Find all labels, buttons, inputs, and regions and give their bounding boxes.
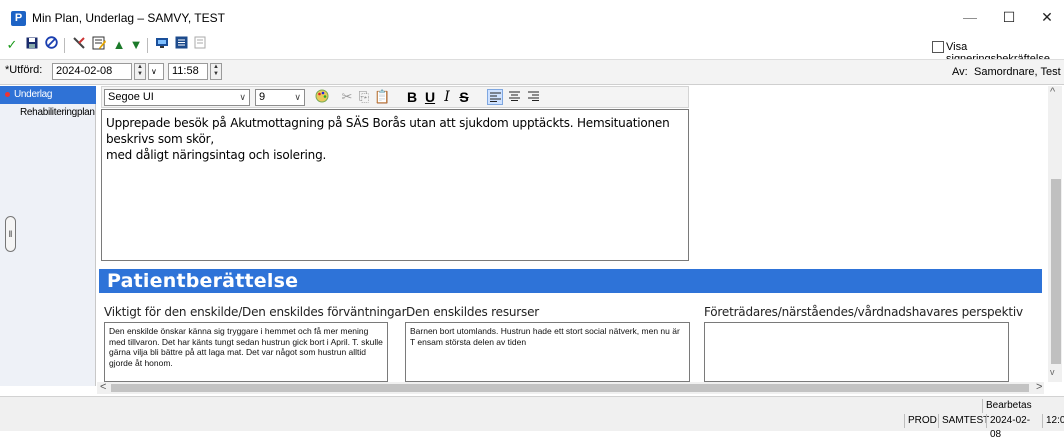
perspective-textbox[interactable] xyxy=(704,322,1009,382)
arrow-up-icon[interactable]: ▲ xyxy=(110,36,128,54)
chevron-down-icon: ∨ xyxy=(294,92,301,102)
performed-label: *Utförd: xyxy=(5,64,43,76)
font-size-value: 9 xyxy=(259,91,266,103)
chevron-down-icon: ∨ xyxy=(239,92,246,102)
status-state: Bearbetas xyxy=(982,399,1046,413)
font-name-select[interactable]: Segoe UI ∨ xyxy=(104,89,250,106)
section-title: Patientberättelse xyxy=(99,269,1042,293)
minimize-button[interactable]: — xyxy=(955,6,985,28)
bold-button[interactable]: B xyxy=(405,89,419,105)
paste-icon[interactable]: 📋 xyxy=(374,89,390,105)
by-label: Av: xyxy=(952,66,968,78)
strikethrough-button[interactable]: S xyxy=(457,89,471,105)
time-field[interactable]: 11:58 xyxy=(168,63,208,80)
cancel-icon[interactable] xyxy=(42,36,60,54)
sidebar-item-rehabiliteringplan[interactable]: Rehabiliteringplan xyxy=(0,104,96,122)
scroll-left-icon[interactable]: < xyxy=(100,381,106,393)
time-spinner[interactable]: ▲ ▼ xyxy=(210,63,222,80)
status-time: 12:02 xyxy=(1042,414,1064,428)
sidebar-item-label: Rehabiliteringplan xyxy=(20,107,95,118)
status-date: 2024-02-08 xyxy=(986,414,1042,440)
scroll-down-icon[interactable]: v xyxy=(1050,367,1055,377)
status-env: PROD xyxy=(904,414,938,428)
italic-button[interactable]: I xyxy=(440,89,454,105)
column-heading: Företrädares/närståendes/vårdnadshavares… xyxy=(704,305,1023,319)
sidebar-item-label: Underlag xyxy=(14,89,53,100)
editor-text-line: Upprepade besök på Akutmottagning på SÄS… xyxy=(106,116,670,146)
tools-icon[interactable] xyxy=(70,36,88,54)
save-icon[interactable] xyxy=(23,36,41,54)
sidebar-item-underlag[interactable]: Underlag xyxy=(0,86,96,104)
column-heading: Den enskildes resurser xyxy=(406,305,539,319)
arrow-down-icon[interactable]: ▼ xyxy=(127,36,145,54)
signing-checkbox[interactable] xyxy=(932,41,944,53)
expectations-textbox[interactable]: Den enskilde önskar känna sig tryggare i… xyxy=(104,322,388,382)
font-size-select[interactable]: 9 ∨ xyxy=(255,89,305,106)
app-icon: P xyxy=(11,11,26,26)
scroll-up-icon[interactable]: ^ xyxy=(1050,86,1055,98)
close-button[interactable]: ✕ xyxy=(1032,6,1062,28)
toolbar-divider xyxy=(64,38,65,53)
edit-icon[interactable] xyxy=(90,36,108,54)
scroll-right-icon[interactable]: > xyxy=(1036,381,1042,393)
align-right-icon[interactable] xyxy=(525,89,541,105)
date-spinner[interactable]: ▲ ▼ xyxy=(134,63,146,80)
rich-text-editor[interactable]: Upprepade besök på Akutmottagning på SÄS… xyxy=(101,109,689,261)
check-icon[interactable]: ✓ xyxy=(3,36,21,54)
editor-text-line: med dåligt näringsintag och isolering. xyxy=(106,148,327,162)
date-field[interactable]: 2024-02-08 xyxy=(52,63,132,80)
list-icon[interactable] xyxy=(172,36,190,54)
align-center-icon[interactable] xyxy=(506,89,522,105)
vertical-scroll-thumb[interactable] xyxy=(1051,179,1061,364)
toolbar-divider xyxy=(147,38,148,53)
color-palette-icon[interactable] xyxy=(314,89,330,105)
date-dropdown[interactable]: ∨ xyxy=(148,63,164,80)
copy-icon[interactable]: ⎘ xyxy=(357,89,371,105)
horizontal-scroll-thumb[interactable] xyxy=(111,384,1029,392)
status-db: SAMTEST xyxy=(938,414,989,428)
font-name-value: Segoe UI xyxy=(108,91,154,103)
monitor-icon[interactable] xyxy=(153,36,171,54)
underline-button[interactable]: U xyxy=(423,89,437,105)
status-dot-icon xyxy=(5,92,10,97)
cut-icon[interactable]: ✂ xyxy=(340,89,354,105)
maximize-button[interactable]: ☐ xyxy=(994,6,1024,28)
sidebar-collapse-handle[interactable]: ‖ xyxy=(5,216,16,252)
column-heading: Viktigt för den enskilde/Den enskildes f… xyxy=(104,305,407,319)
document-icon[interactable] xyxy=(191,36,209,54)
window-title: Min Plan, Underlag – SAMVY, TEST xyxy=(32,11,225,25)
by-value: Samordnare, Test xyxy=(974,66,1061,78)
align-left-icon[interactable] xyxy=(487,89,503,105)
resources-textbox[interactable]: Barnen bort utomlands. Hustrun hade ett … xyxy=(405,322,690,382)
